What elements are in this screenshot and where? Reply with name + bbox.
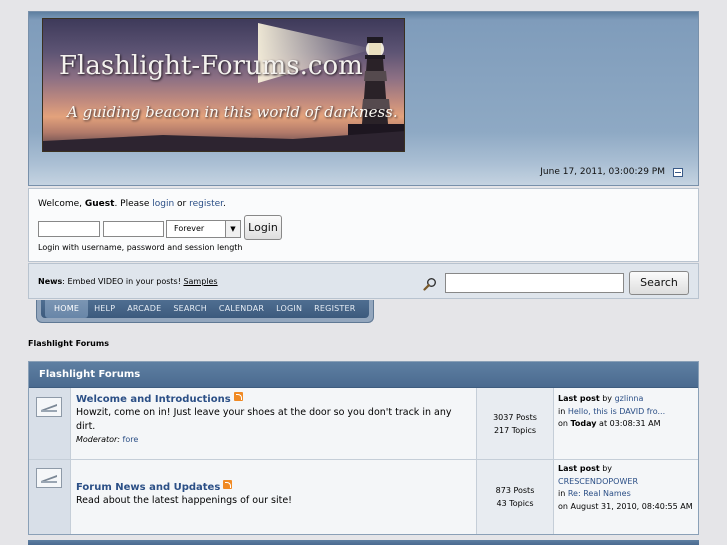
samples-link[interactable]: Samples: [183, 277, 217, 286]
login-link[interactable]: login: [152, 199, 174, 209]
site-banner[interactable]: Flashlight-Forums.com A guiding beacon i…: [42, 18, 405, 152]
or-text: or: [174, 199, 190, 209]
nav-register[interactable]: REGISTER: [308, 300, 361, 318]
nav-calendar[interactable]: CALENDAR: [213, 300, 270, 318]
post-count: 873 Posts: [495, 486, 535, 495]
news-label: News: [38, 277, 63, 286]
lighthouse-illustration: [43, 23, 404, 151]
rss-feed-icon[interactable]: [223, 480, 233, 489]
main-nav: HOME HELP ARCADE SEARCH CALENDAR LOGIN R…: [41, 300, 369, 318]
search-button[interactable]: Search: [629, 271, 689, 295]
nav-arcade[interactable]: ARCADE: [121, 300, 167, 318]
board-link[interactable]: Forum News and Updates: [76, 482, 220, 493]
guest-label: Guest: [84, 199, 115, 209]
news-bar: News: Embed VIDEO in your posts! Samples…: [28, 263, 699, 299]
last-topic-link[interactable]: Re: Real Names: [568, 489, 631, 498]
board-description: Read about the latest happenings of our …: [76, 495, 292, 506]
nav-search[interactable]: SEARCH: [167, 300, 213, 318]
please-text: . Please: [114, 199, 153, 209]
last-date: on August 31, 2010, 08:40:55 AM: [558, 501, 693, 511]
in-text: in: [558, 489, 568, 498]
category-title[interactable]: Flashlight Forums: [29, 362, 698, 388]
forum-category: Flashlight Forums Welcome and Introducti…: [28, 361, 699, 535]
board-link[interactable]: Welcome and Introductions: [76, 394, 231, 405]
last-post-label: Last post: [558, 464, 600, 473]
board-icon-cell: [29, 460, 71, 534]
moderator-label: Moderator:: [76, 435, 123, 444]
breadcrumb[interactable]: Flashlight Forums: [28, 339, 109, 348]
board-row: Forum News and Updates Read about the la…: [29, 460, 698, 534]
login-button[interactable]: Login: [244, 215, 282, 240]
main-nav-frame: HOME HELP ARCADE SEARCH CALENDAR LOGIN R…: [36, 300, 374, 323]
by-text: by: [599, 394, 615, 403]
board-stats: 873 Posts 43 Topics: [477, 460, 554, 534]
post-count: 3037 Posts: [493, 412, 537, 422]
topic-count: 43 Topics: [496, 499, 534, 508]
password-input[interactable]: [103, 221, 164, 237]
welcome-message: Welcome, Guest. Please login or register…: [38, 199, 226, 209]
in-text: in: [558, 406, 568, 416]
chevron-down-icon[interactable]: ▼: [225, 221, 240, 237]
last-date-time: at 03:08:31 AM: [596, 419, 661, 428]
last-topic-link[interactable]: Hello, this is DAVID fro...: [568, 407, 665, 416]
board-row: Welcome and Introductions Howzit, come o…: [29, 388, 698, 460]
nav-help[interactable]: HELP: [88, 300, 121, 318]
on-text: on: [558, 419, 571, 428]
news-body: : Embed VIDEO in your posts!: [62, 277, 184, 286]
rss-feed-icon[interactable]: [233, 392, 243, 401]
board-info: Welcome and Introductions Howzit, come o…: [71, 388, 477, 459]
next-category-header: [28, 540, 699, 545]
last-poster-link[interactable]: gzlinna: [615, 394, 644, 403]
session-length-select[interactable]: Forever ▼: [166, 220, 241, 238]
board-icon-cell: [29, 388, 71, 459]
board-status-icon[interactable]: [36, 468, 62, 488]
forum-header: Flashlight-Forums.com A guiding beacon i…: [28, 11, 699, 186]
topic-count: 217 Topics: [493, 425, 537, 435]
session-length-value: Forever: [174, 224, 205, 233]
nav-login[interactable]: LOGIN: [270, 300, 308, 318]
search-icon: [423, 278, 436, 291]
banner-tagline: A guiding beacon in this world of darkne…: [67, 103, 398, 121]
board-stats: 3037 Posts 217 Topics: [477, 388, 554, 459]
nav-home[interactable]: HOME: [45, 300, 89, 318]
board-description: Howzit, come on in! Just leave your shoe…: [76, 407, 452, 432]
board-info: Forum News and Updates Read about the la…: [71, 460, 477, 534]
period-text: .: [223, 199, 226, 209]
moderator-link[interactable]: fore: [123, 435, 139, 444]
board-moderator: Moderator: fore: [76, 435, 471, 444]
login-panel: Welcome, Guest. Please login or register…: [28, 188, 699, 262]
welcome-prefix: Welcome,: [38, 199, 85, 209]
collapse-header-icon[interactable]: [673, 167, 683, 177]
register-link[interactable]: register: [189, 199, 223, 209]
date-bar: June 17, 2011, 03:00:29 PM: [29, 159, 698, 185]
by-text: by: [599, 464, 613, 473]
news-text: News: Embed VIDEO in your posts! Samples: [38, 277, 218, 286]
login-hint: Login with username, password and sessio…: [38, 243, 243, 252]
username-input[interactable]: [38, 221, 100, 237]
search-input[interactable]: [445, 273, 624, 293]
last-poster-link[interactable]: CRESCENDOPOWER: [558, 477, 638, 486]
banner-title: Flashlight-Forums.com: [59, 51, 363, 81]
last-date-today: Today: [570, 419, 597, 428]
last-post-label: Last post: [558, 394, 600, 403]
board-status-icon[interactable]: [36, 397, 62, 417]
last-post: Last post by gzlinna in Hello, this is D…: [554, 388, 698, 459]
last-post: Last post by CRESCENDOPOWER in Re: Real …: [554, 460, 698, 534]
current-datetime: June 17, 2011, 03:00:29 PM: [540, 167, 665, 177]
